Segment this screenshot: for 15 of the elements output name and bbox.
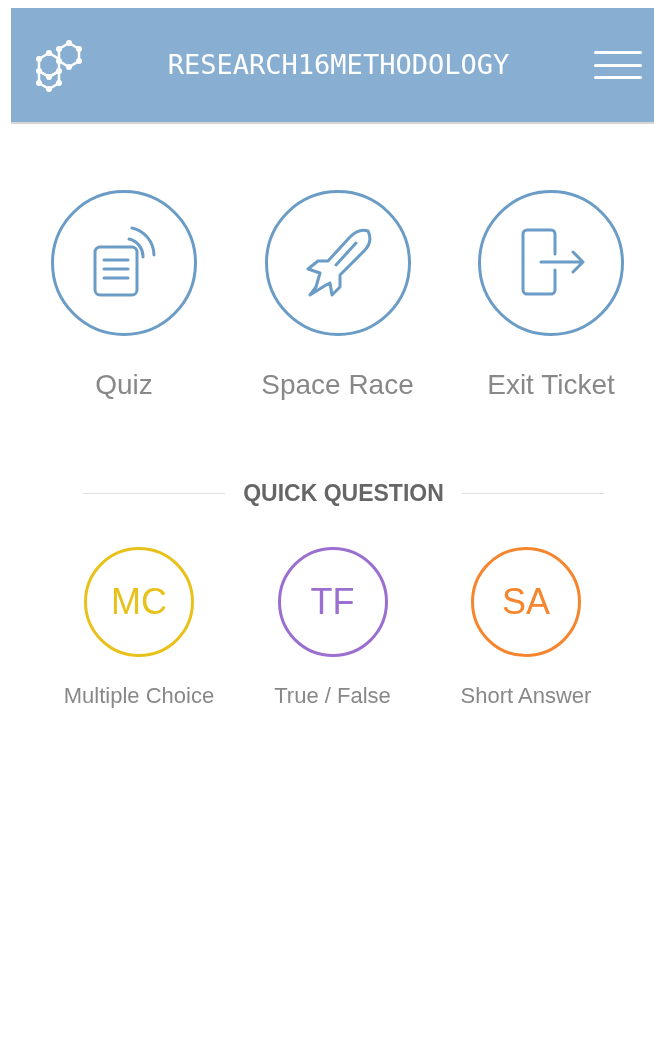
activity-label: Space Race — [261, 368, 414, 402]
activity-label: Quiz — [95, 368, 153, 402]
question-type-label: Short Answer — [460, 681, 592, 710]
question-type-button[interactable]: TF — [277, 546, 388, 657]
activity-button[interactable] — [264, 190, 411, 336]
question-type-label: True / False — [274, 681, 391, 710]
section-heading: QUICK QUESTION — [242, 479, 445, 508]
activity-button[interactable] — [478, 190, 624, 336]
question-type-button[interactable]: MC — [84, 546, 194, 657]
activity-button[interactable] — [51, 190, 197, 336]
app-title: RESEARCH16METHODOLOGY — [167, 47, 510, 82]
question-type-label: Multiple Choice — [63, 681, 215, 710]
hexagon-logo-icon[interactable] — [35, 37, 83, 93]
activity-label: Exit Ticket — [487, 368, 615, 402]
question-type-button[interactable]: SA — [471, 546, 581, 657]
